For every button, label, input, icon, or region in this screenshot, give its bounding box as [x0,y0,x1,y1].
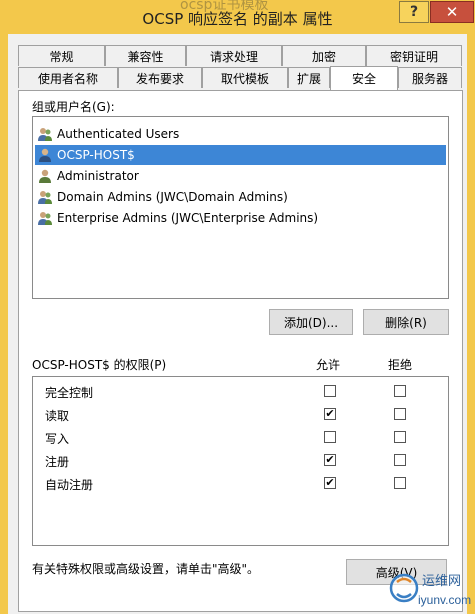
allow-checkbox[interactable] [324,385,336,397]
tab-subject-name[interactable]: 使用者名称 [18,67,118,88]
permission-row: 自动注册 ✔ [45,473,445,495]
deny-checkbox[interactable] [394,385,406,397]
list-item[interactable]: Enterprise Admins (JWC\Enterprise Admins… [35,208,446,228]
title-bar[interactable]: ocsp证书模板 OCSP 响应签名 的副本 属性 ? ✕ [0,0,475,34]
permission-name: 完全控制 [45,386,94,400]
deny-checkbox[interactable] [394,408,406,420]
user-name: OCSP-HOST$ [57,148,135,162]
allow-checkbox-checked[interactable]: ✔ [324,454,336,466]
user-icon [37,147,53,163]
tab-cryptography[interactable]: 加密 [282,45,366,66]
watermark-logo: 运维网 iyunv.com [388,566,474,612]
permission-name: 读取 [45,409,70,423]
group-icon [37,210,53,226]
tab-extensions[interactable]: 扩展 [288,67,330,88]
deny-checkbox[interactable] [394,431,406,443]
user-name: Authenticated Users [57,127,180,141]
deny-header: 拒绝 [388,358,413,372]
tab-general[interactable]: 常规 [18,45,105,66]
list-item[interactable]: Administrator [35,166,446,186]
tab-key-attestation[interactable]: 密钥证明 [366,45,462,66]
tab-request-handling[interactable]: 请求处理 [186,45,282,66]
list-item[interactable]: Authenticated Users [35,124,446,144]
remove-button[interactable]: 删除(R) [363,309,449,335]
allow-checkbox-checked[interactable]: ✔ [324,408,336,420]
deny-checkbox[interactable] [394,454,406,466]
users-listbox[interactable]: Authenticated Users OCSP-HOST$ Administr… [32,116,449,299]
list-item[interactable]: Domain Admins (JWC\Domain Admins) [35,187,446,207]
user-name: Domain Admins (JWC\Domain Admins) [57,190,288,204]
deny-checkbox[interactable] [394,477,406,489]
help-button[interactable]: ? [399,1,429,23]
group-icon [37,189,53,205]
allow-checkbox[interactable] [324,431,336,443]
advanced-hint: 有关特殊权限或高级设置，请单击"高级"。 [32,562,260,576]
permission-row: 读取 ✔ [45,404,445,426]
tab-issuance-requirements[interactable]: 发布要求 [118,67,202,88]
user-icon [37,168,53,184]
add-button[interactable]: 添加(D)... [269,309,353,335]
tab-compatibility[interactable]: 兼容性 [105,45,186,66]
tab-security[interactable]: 安全 [330,66,398,90]
permission-name: 写入 [45,432,70,446]
group-user-label: 组或用户名(G): [32,100,115,114]
properties-window: ocsp证书模板 OCSP 响应签名 的副本 属性 ? ✕ 常规 兼容性 请求处… [0,0,475,614]
watermark-domain: iyunv.com [418,593,471,607]
permission-name: 自动注册 [45,478,94,492]
tab-server[interactable]: 服务器 [398,67,462,88]
permission-row: 写入 [45,427,445,449]
close-button[interactable]: ✕ [430,1,474,23]
permission-name: 注册 [45,455,70,469]
tab-superseded-templates[interactable]: 取代模板 [202,67,288,88]
watermark-brand: 运维网 [422,573,461,588]
permissions-label: OCSP-HOST$ 的权限(P) [32,358,167,372]
list-item-selected[interactable]: OCSP-HOST$ [35,145,446,165]
permission-row: 完全控制 [45,381,445,403]
user-name: Enterprise Admins (JWC\Enterprise Admins… [57,211,319,225]
allow-checkbox-checked[interactable]: ✔ [324,477,336,489]
user-name: Administrator [57,169,139,183]
allow-header: 允许 [316,358,341,372]
dialog-client: 常规 兼容性 请求处理 加密 密钥证明 使用者名称 发布要求 取代模板 扩展 安… [8,34,467,614]
permission-row: 注册 ✔ [45,450,445,472]
permissions-list: 完全控制 读取 ✔ 写入 注册 ✔ 自动注册 ✔ [32,376,449,546]
group-icon [37,126,53,142]
